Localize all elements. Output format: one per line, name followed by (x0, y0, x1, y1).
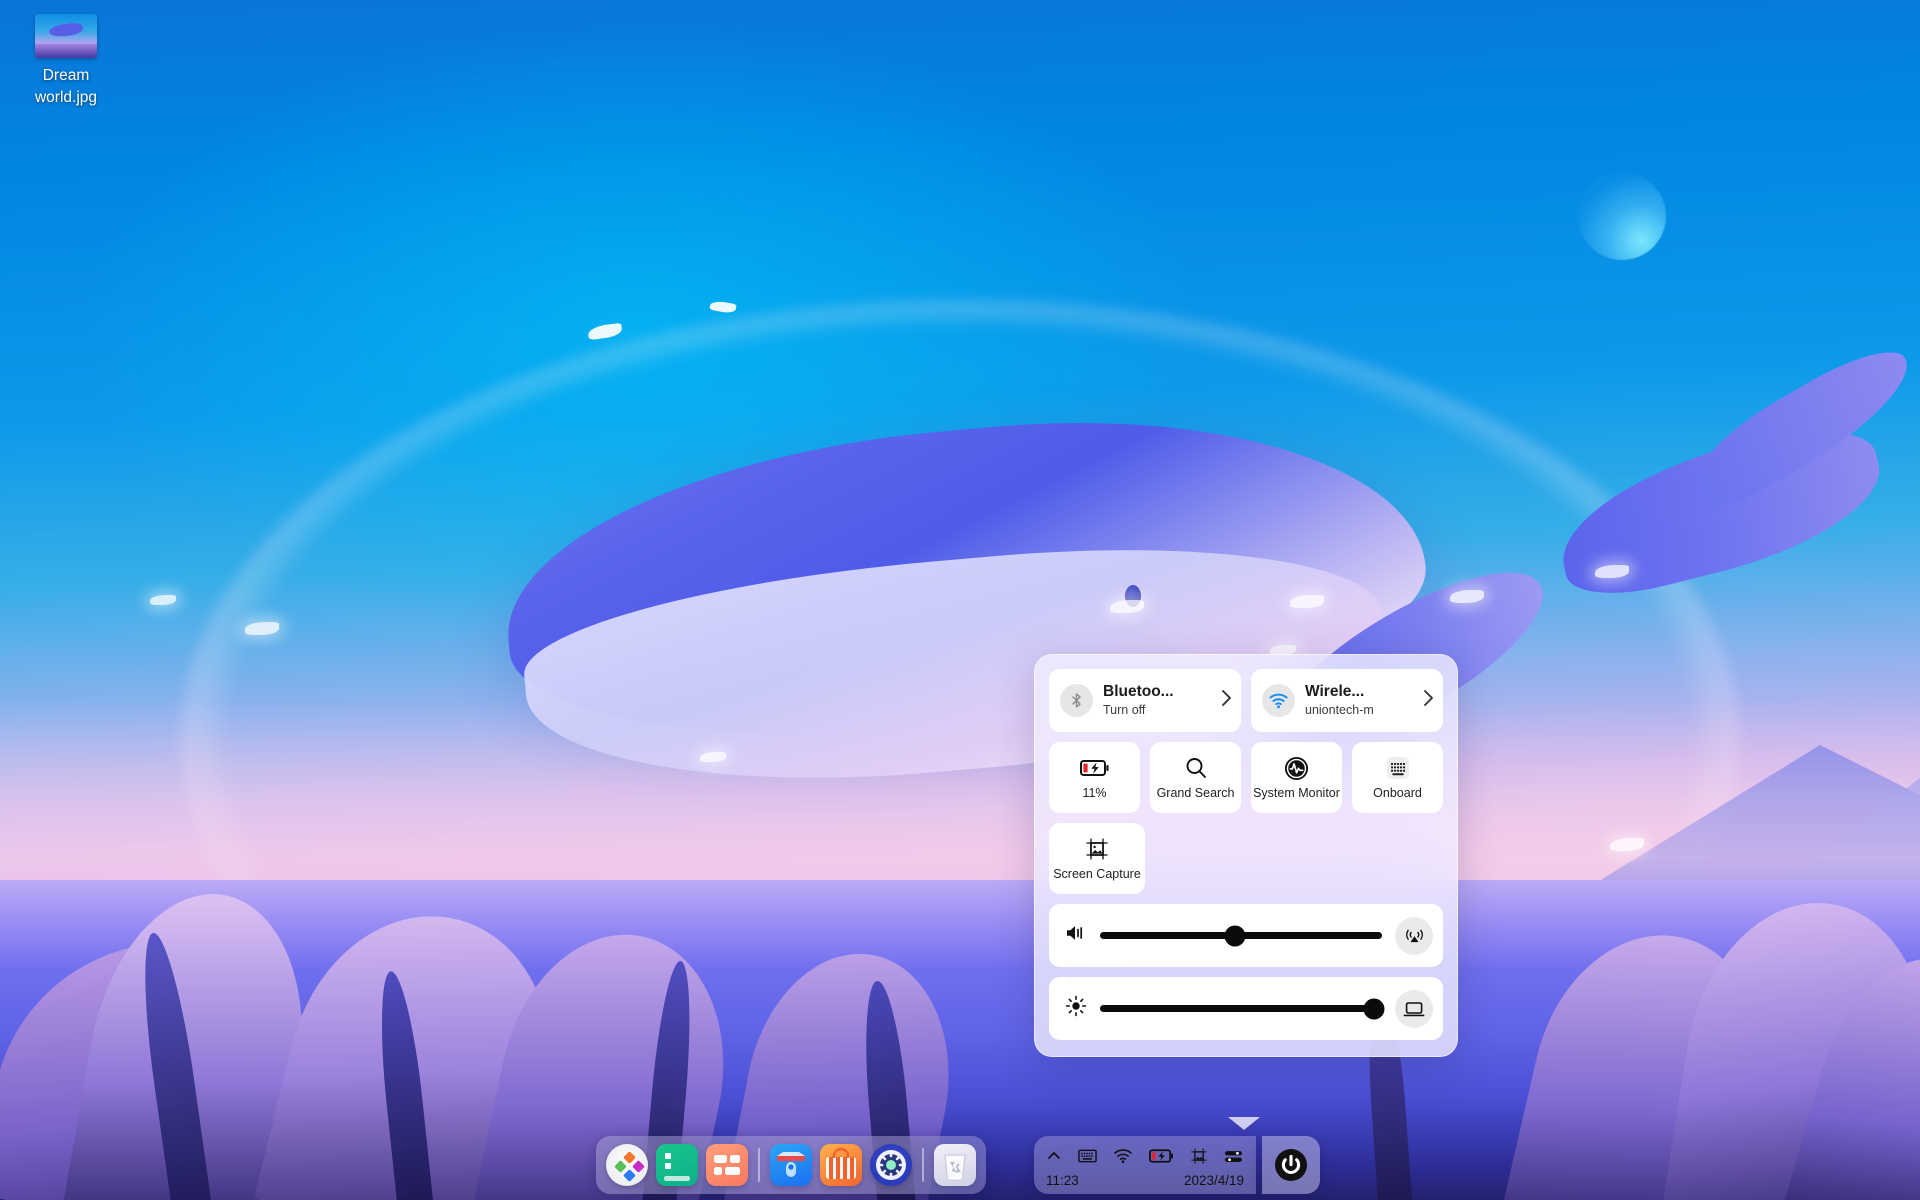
wireless-text: Wirele... uniontech-m (1305, 683, 1412, 718)
dock-item-launcher[interactable] (606, 1144, 648, 1186)
bluetooth-icon (1060, 684, 1093, 717)
onboard-label: Onboard (1373, 786, 1422, 800)
volume-slider-row (1049, 904, 1443, 967)
dock-item-terminal[interactable] (656, 1144, 698, 1186)
trash-icon (934, 1144, 976, 1186)
wireless-ssid: uniontech-m (1305, 702, 1412, 718)
control-center-panel[interactable]: Bluetoo... Turn off Wirele... uniontech-… (1034, 654, 1458, 1057)
volume-slider-knob[interactable] (1225, 925, 1246, 946)
moon-shape (1578, 172, 1666, 260)
wifi-icon (1262, 684, 1295, 717)
chevron-right-icon[interactable] (1220, 689, 1232, 712)
connections-row: Bluetoo... Turn off Wirele... uniontech-… (1049, 669, 1443, 732)
dock-item-trash[interactable] (934, 1144, 976, 1186)
system-monitor-tile[interactable]: System Monitor (1251, 742, 1342, 813)
battery-percent-label: 11% (1082, 786, 1106, 800)
desktop-wallpaper (0, 0, 1920, 1200)
display-button[interactable] (1395, 990, 1433, 1028)
screen-capture-tile[interactable]: Screen Capture (1049, 823, 1145, 894)
dock-item-file-manager[interactable] (770, 1144, 812, 1186)
file-manager-icon (770, 1144, 812, 1186)
screenshot-icon[interactable] (1190, 1147, 1208, 1165)
bluetooth-title: Bluetoo... (1103, 683, 1210, 701)
tray-time: 11:23 (1046, 1173, 1079, 1188)
wireless-title: Wirele... (1305, 683, 1412, 701)
audio-output-button[interactable] (1395, 917, 1433, 955)
tray-date: 2023/4/19 (1184, 1173, 1244, 1188)
search-icon (1184, 755, 1208, 781)
keyboard-icon (1385, 755, 1411, 781)
brightness-icon (1065, 995, 1087, 1022)
dock-item-app-store[interactable] (820, 1144, 862, 1186)
terminal-icon (656, 1144, 698, 1186)
bluetooth-text: Bluetoo... Turn off (1103, 683, 1210, 718)
desktop-file-icon[interactable]: Dream world.jpg (12, 14, 120, 110)
power-icon (1274, 1148, 1308, 1182)
grand-search-label: Grand Search (1157, 786, 1235, 800)
chevron-right-icon[interactable] (1422, 689, 1434, 712)
volume-slider-track[interactable] (1100, 932, 1382, 939)
system-monitor-label: System Monitor (1253, 786, 1340, 800)
control-center-pointer (1228, 1117, 1260, 1130)
system-tray[interactable]: 11:23 2023/4/19 (1034, 1136, 1256, 1194)
control-center-icon (870, 1144, 912, 1186)
app-store-icon (820, 1144, 862, 1186)
chevron-up-icon[interactable] (1046, 1149, 1062, 1163)
sea-shine (0, 880, 1920, 970)
bluetooth-card[interactable]: Bluetoo... Turn off (1049, 669, 1241, 732)
battery-charging-icon (1080, 755, 1110, 781)
app-grid-icon (706, 1144, 748, 1186)
wireless-card[interactable]: Wirele... uniontech-m (1251, 669, 1443, 732)
tray-icon-row (1046, 1142, 1244, 1170)
brightness-slider-card[interactable] (1049, 977, 1443, 1040)
image-thumbnail (35, 14, 97, 58)
power-button[interactable] (1262, 1136, 1320, 1194)
quick-tiles-row-1: 11% Grand Search System Monitor (1049, 742, 1443, 813)
screen-capture-label: Screen Capture (1053, 867, 1141, 881)
brightness-slider-row (1049, 977, 1443, 1040)
battery-tile[interactable]: 11% (1049, 742, 1140, 813)
battery-charging-icon[interactable] (1149, 1148, 1174, 1164)
screenshot-icon (1084, 836, 1110, 862)
speaker-icon (1065, 923, 1087, 948)
volume-slider-card[interactable] (1049, 904, 1443, 967)
dock-separator-2 (922, 1148, 924, 1182)
dock-separator-1 (758, 1148, 760, 1182)
keyboard-icon[interactable] (1078, 1148, 1097, 1164)
system-monitor-icon (1284, 755, 1309, 781)
dock[interactable] (596, 1136, 986, 1194)
quick-tiles-row-2: Screen Capture (1049, 823, 1443, 894)
onboard-tile[interactable]: Onboard (1352, 742, 1443, 813)
grand-search-tile[interactable]: Grand Search (1150, 742, 1241, 813)
bluetooth-status: Turn off (1103, 702, 1210, 718)
tray-datetime: 11:23 2023/4/19 (1046, 1173, 1244, 1188)
brightness-slider-knob[interactable] (1363, 998, 1384, 1019)
sliders-icon[interactable] (1224, 1149, 1243, 1164)
brightness-slider-track[interactable] (1100, 1005, 1382, 1012)
launcher-icon (606, 1144, 648, 1186)
wifi-icon[interactable] (1113, 1148, 1133, 1164)
dock-item-control-center[interactable] (870, 1144, 912, 1186)
desktop-icon-label: Dream world.jpg (12, 65, 120, 110)
dock-item-app-grid[interactable] (706, 1144, 748, 1186)
